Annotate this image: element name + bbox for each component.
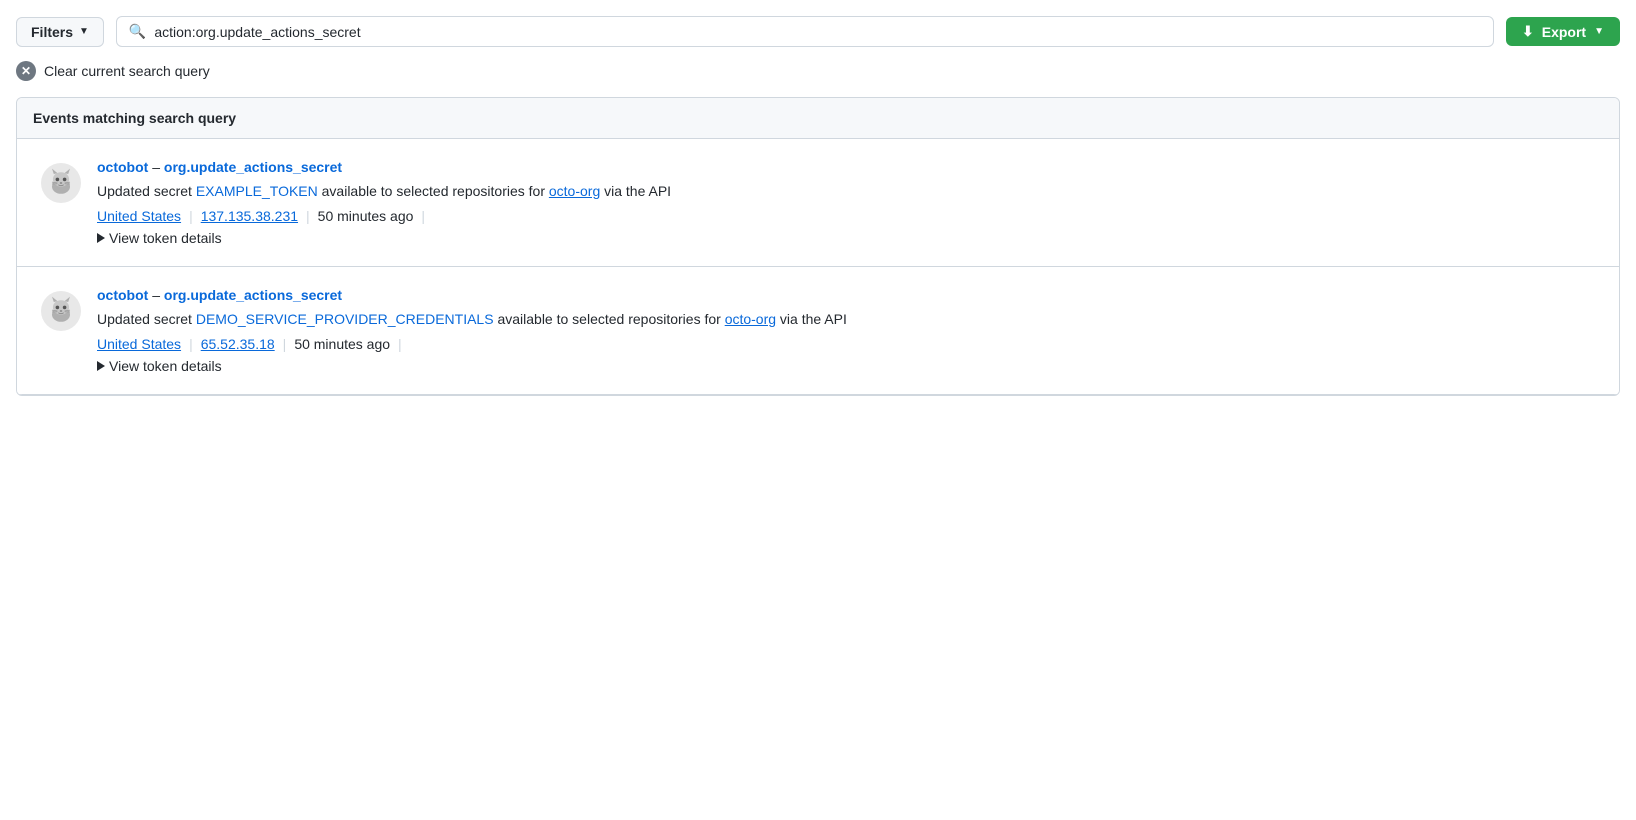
view-token-label: View token details xyxy=(109,358,222,374)
avatar xyxy=(41,291,81,331)
event-location-link[interactable]: United States xyxy=(97,208,181,224)
secret-name: DEMO_SERVICE_PROVIDER_CREDENTIALS xyxy=(196,311,494,327)
event-location-link[interactable]: United States xyxy=(97,336,181,352)
meta-separator: | xyxy=(189,208,193,224)
filters-button[interactable]: Filters ▼ xyxy=(16,17,104,47)
event-description: Updated secret DEMO_SERVICE_PROVIDER_CRE… xyxy=(97,309,1595,330)
event-meta: United States | 65.52.35.18 | 50 minutes… xyxy=(97,336,1595,352)
meta-pipe: | xyxy=(421,208,425,224)
event-title: octobot – org.update_actions_secret xyxy=(97,159,1595,175)
meta-separator: | xyxy=(189,336,193,352)
event-actor-link[interactable]: octobot xyxy=(97,159,148,175)
event-ip-link[interactable]: 137.135.38.231 xyxy=(201,208,298,224)
filters-chevron-icon: ▼ xyxy=(79,26,89,37)
event-content: octobot – org.update_actions_secret Upda… xyxy=(97,159,1595,246)
event-title: octobot – org.update_actions_secret xyxy=(97,287,1595,303)
search-icon: 🔍 xyxy=(129,23,146,40)
meta-separator-2: | xyxy=(306,208,310,224)
view-token-label: View token details xyxy=(109,230,222,246)
event-action-link[interactable]: org.update_actions_secret xyxy=(164,159,342,175)
clear-icon: ✕ xyxy=(16,61,36,81)
event-time: 50 minutes ago xyxy=(318,208,414,224)
org-link[interactable]: octo-org xyxy=(725,311,776,327)
event-description: Updated secret EXAMPLE_TOKEN available t… xyxy=(97,181,1595,202)
filters-label: Filters xyxy=(31,24,73,40)
event-ip-link[interactable]: 65.52.35.18 xyxy=(201,336,275,352)
org-link[interactable]: octo-org xyxy=(549,183,600,199)
table-row: octobot – org.update_actions_secret Upda… xyxy=(17,139,1619,267)
meta-pipe: | xyxy=(398,336,402,352)
clear-query-label: Clear current search query xyxy=(44,63,210,79)
meta-separator-2: | xyxy=(283,336,287,352)
event-action-link[interactable]: org.update_actions_secret xyxy=(164,287,342,303)
export-button[interactable]: ⬇ Export ▼ xyxy=(1506,17,1620,46)
table-row: octobot – org.update_actions_secret Upda… xyxy=(17,267,1619,395)
secret-name: EXAMPLE_TOKEN xyxy=(196,183,318,199)
triangle-icon xyxy=(97,233,105,243)
search-input[interactable] xyxy=(154,24,1481,40)
event-time: 50 minutes ago xyxy=(294,336,390,352)
export-label: Export xyxy=(1542,24,1586,40)
event-actor-link[interactable]: octobot xyxy=(97,287,148,303)
view-token-toggle[interactable]: View token details xyxy=(97,230,1595,246)
avatar-image xyxy=(43,293,79,329)
clear-query-button[interactable]: ✕ Clear current search query xyxy=(16,61,1620,81)
event-meta: United States | 137.135.38.231 | 50 minu… xyxy=(97,208,1595,224)
avatar xyxy=(41,163,81,203)
search-box: 🔍 xyxy=(116,16,1494,47)
export-download-icon: ⬇ xyxy=(1522,23,1534,40)
view-token-toggle[interactable]: View token details xyxy=(97,358,1595,374)
results-container: Events matching search query xyxy=(16,97,1620,396)
results-header: Events matching search query xyxy=(17,98,1619,139)
export-chevron-icon: ▼ xyxy=(1594,26,1604,37)
toolbar: Filters ▼ 🔍 ⬇ Export ▼ xyxy=(16,16,1620,47)
event-content: octobot – org.update_actions_secret Upda… xyxy=(97,287,1595,374)
avatar-image xyxy=(43,165,79,201)
triangle-icon xyxy=(97,361,105,371)
